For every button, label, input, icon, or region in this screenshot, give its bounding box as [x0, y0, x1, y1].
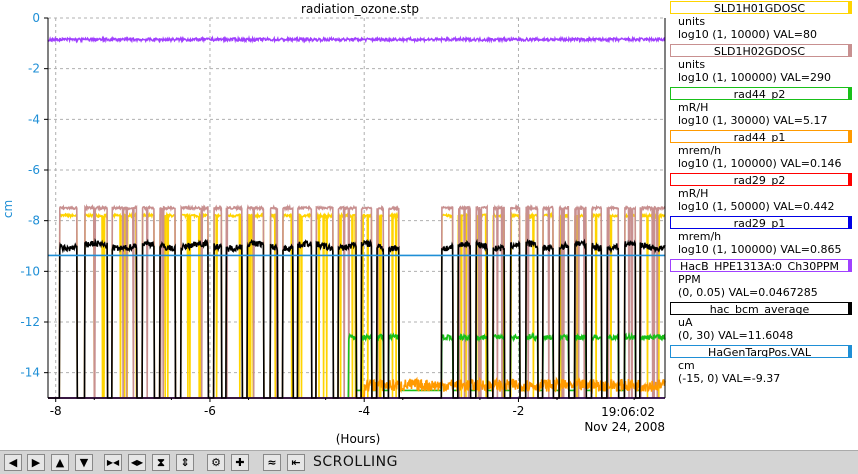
zoom-in-horizontal-button[interactable]: ▶◀	[104, 454, 122, 471]
arrow-down-icon: ▼	[79, 456, 89, 469]
auto-scale-button[interactable]: ≈	[263, 454, 281, 471]
legend-channel-range: log10 (1, 30000) VAL=5.17	[678, 114, 828, 127]
x-tick-label: -8	[50, 404, 62, 418]
legend-channel-unit: units	[678, 15, 706, 28]
legend-channel-name[interactable]: HaGenTargPos.VAL	[670, 345, 852, 358]
zoom-out-horizontal-button[interactable]: ◀▶	[128, 454, 146, 471]
legend-channel-range: log10 (1, 100000) VAL=0.865	[678, 243, 842, 256]
zoom-in-vertical-button[interactable]: ⧗	[152, 454, 170, 471]
legend-channel-name[interactable]: rad44_p1	[670, 130, 852, 143]
legend-channel-unit: cm	[678, 359, 695, 372]
strip-chart[interactable]: 0 -2 -4 -6 -8 -10 -12 -14 -8 -6 -4 -2 radiation_ozo…	[0, 0, 668, 450]
legend-channel-range: log10 (1, 50000) VAL=0.442	[678, 200, 835, 213]
arrow-right-icon: ▶	[31, 456, 41, 469]
y-tick-label: -10	[20, 264, 40, 278]
channel-legend: SLD1H01GDOSC units log10 (1, 10000) VAL=80…	[668, 0, 858, 450]
chart-title: radiation_ozone.stp	[301, 2, 419, 16]
legend-channel-range: log10 (1, 100000) VAL=290	[678, 71, 832, 84]
x-tick-label: -2	[512, 404, 524, 418]
add-channel-icon: ✚	[235, 456, 245, 469]
arrow-left-button[interactable]: ◀	[4, 454, 22, 471]
scroll-mode-button[interactable]: ⇤	[287, 454, 305, 471]
legend-channel-range: (-15, 0) VAL=-9.37	[678, 372, 781, 385]
scroll-mode-label: SCROLLING	[313, 454, 398, 470]
legend-channel-unit: PPM	[678, 273, 701, 286]
current-time-label: 19:06:02	[601, 405, 655, 419]
x-tick-label: -4	[358, 404, 370, 418]
y-tick-label: -6	[28, 163, 40, 177]
zoom-out-horizontal-icon: ◀▶	[130, 458, 144, 467]
legend-channel-name[interactable]: rad29_p2	[670, 173, 852, 186]
scroll-mode-icon: ⇤	[291, 456, 301, 469]
legend-channel-name[interactable]: SLD1H01GDOSC	[670, 1, 852, 14]
legend-channel-range: log10 (1, 100000) VAL=0.146	[678, 157, 842, 170]
legend-channel-unit: mR/H	[678, 187, 709, 200]
y-axis-label: cm	[1, 200, 15, 218]
legend-channel-unit: units	[678, 58, 706, 71]
current-date-label: Nov 24, 2008	[584, 420, 665, 434]
arrow-up-icon: ▲	[55, 456, 65, 469]
legend-item[interactable]: HaGenTargPos.VAL cm (-15, 0) VAL=-9.37	[668, 344, 858, 394]
legend-channel-name[interactable]: SLD1H02GDOSC	[670, 44, 852, 57]
legend-channel-range: (0, 0.05) VAL=0.0467285	[678, 286, 818, 299]
config-icon: ⚙	[211, 456, 221, 469]
config-button[interactable]: ⚙	[207, 454, 225, 471]
arrow-left-icon: ◀	[8, 456, 18, 469]
legend-channel-name[interactable]: hac_bcm_average	[670, 302, 852, 315]
legend-channel-unit: uA	[678, 316, 693, 329]
x-axis-label: (Hours)	[336, 432, 381, 446]
arrow-right-button[interactable]: ▶	[27, 454, 45, 471]
legend-channel-unit: mrem/h	[678, 230, 722, 243]
legend-channel-name[interactable]: rad44_p2	[670, 87, 852, 100]
auto-scale-icon: ≈	[267, 456, 277, 469]
y-tick-label: 0	[32, 11, 40, 25]
zoom-in-horizontal-icon: ▶◀	[106, 458, 120, 467]
legend-channel-unit: mrem/h	[678, 144, 722, 157]
add-channel-button[interactable]: ✚	[231, 454, 249, 471]
y-tick-label: -2	[28, 62, 40, 76]
legend-channel-range: log10 (1, 10000) VAL=80	[678, 28, 818, 41]
arrow-up-button[interactable]: ▲	[51, 454, 69, 471]
legend-channel-range: (0, 30) VAL=11.6048	[678, 329, 794, 342]
legend-channel-name[interactable]: rad29_p1	[670, 216, 852, 229]
zoom-in-vertical-icon: ⧗	[157, 455, 165, 469]
arrow-down-button[interactable]: ▼	[75, 454, 93, 471]
zoom-out-vertical-icon: ⇕	[180, 456, 190, 469]
y-tick-label: -14	[20, 366, 40, 380]
toolbar: SCROLLING ◀ ▶ ▲ ▼ ▶◀ ◀▶ ⧗ ⇕ ⚙ ✚ ≈ ⇤	[0, 450, 858, 474]
zoom-out-vertical-button[interactable]: ⇕	[176, 454, 194, 471]
y-tick-label: -8	[28, 214, 40, 228]
legend-channel-name[interactable]: HacB_HPE1313A:0_Ch30PPM	[670, 259, 852, 272]
y-tick-label: -4	[28, 112, 40, 126]
legend-channel-unit: mR/H	[678, 101, 709, 114]
x-tick-label: -6	[204, 404, 216, 418]
y-tick-label: -12	[20, 315, 40, 329]
